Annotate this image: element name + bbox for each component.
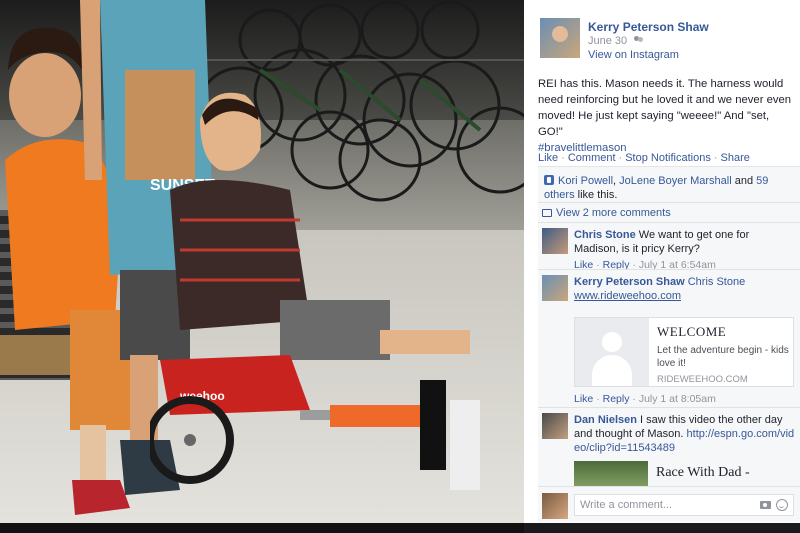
preview-title: Race With Dad - [656, 465, 750, 480]
commenter-avatar[interactable] [542, 413, 568, 439]
comment-body: Kerry Peterson Shaw Chris Stone www.ride… [574, 275, 796, 303]
comment-field[interactable] [574, 494, 794, 516]
thumbs-up-icon [544, 175, 554, 185]
action-separator: · [713, 152, 718, 164]
teen-in-trailer: weehoo [150, 92, 480, 490]
comment-body: Dan Nielsen I saw this video the other d… [574, 413, 796, 455]
commenter-avatar[interactable] [542, 228, 568, 254]
post-date[interactable]: June 30 [588, 35, 627, 47]
preview-title: WELCOME [657, 324, 727, 339]
post-photo[interactable]: SUNSET weehoo [0, 0, 524, 523]
like-link[interactable]: Like [538, 152, 558, 164]
comment-reply-link[interactable]: Reply [603, 393, 630, 405]
post-action-bar: Like · Comment · Stop Notifications · Share [538, 152, 750, 164]
view-more-label: View 2 more comments [556, 207, 671, 219]
preview-description: Let the adventure begin - kids love it! [657, 345, 789, 369]
facebook-post-panel: Kerry Peterson Shaw June 30 View on Inst… [524, 0, 800, 533]
person-silhouette-body [592, 355, 632, 386]
action-separator: · [561, 152, 565, 164]
view-more-comments[interactable]: View 2 more comments [542, 207, 671, 219]
divider [538, 407, 800, 408]
view-on-instagram-link[interactable]: View on Instagram [588, 49, 679, 61]
divider [538, 269, 800, 270]
post-body: REI has this. Mason needs it. The harnes… [538, 76, 796, 156]
viewer-avatar [542, 493, 568, 519]
author-avatar[interactable] [540, 18, 580, 58]
comment-composer [538, 486, 800, 522]
comment-link[interactable]: Comment [568, 152, 616, 164]
comment-like-link[interactable]: Like [574, 393, 593, 405]
post-text: REI has this. Mason needs it. The harnes… [538, 78, 792, 138]
comment-url[interactable]: www.rideweehoo.com [574, 290, 681, 302]
comment-meta: Like · Reply · July 1 at 8:05am [574, 393, 716, 405]
comment-input[interactable] [575, 495, 745, 515]
comment-time[interactable]: July 1 at 8:05am [639, 393, 716, 405]
liker-name[interactable]: Kori Powell [558, 175, 613, 187]
likes-suffix: like this. [577, 189, 618, 201]
commenter-name[interactable]: Chris Stone [574, 229, 636, 241]
likes-separator: , [613, 175, 617, 187]
stop-notifications-link[interactable]: Stop Notifications [625, 152, 711, 164]
preview-placeholder-image [575, 318, 649, 386]
meta-separator: · [632, 393, 636, 405]
emoji-icon[interactable] [776, 499, 788, 511]
feedback-section: Kori Powell, JoLene Boyer Marshall and 5… [538, 166, 800, 496]
liker-name[interactable]: JoLene Boyer Marshall [619, 175, 732, 187]
commenter-name[interactable]: Kerry Peterson Shaw [574, 276, 685, 288]
camera-icon[interactable] [760, 501, 771, 509]
divider [538, 202, 800, 203]
post-header: Kerry Peterson Shaw June 30 View on Inst… [540, 18, 790, 62]
audience-friends-icon[interactable] [634, 36, 644, 44]
likes-and: and [734, 175, 754, 187]
comment-bubble-icon [542, 209, 552, 217]
link-preview-card[interactable]: WELCOME Let the adventure begin - kids l… [574, 317, 794, 387]
mentioned-user[interactable]: Chris Stone [688, 276, 745, 288]
divider [538, 222, 800, 223]
commenter-avatar[interactable] [542, 275, 568, 301]
person-silhouette-icon [602, 332, 622, 352]
likes-summary: Kori Powell, JoLene Boyer Marshall and 5… [544, 174, 794, 202]
preview-domain: RIDEWEEHOO.COM [657, 374, 748, 385]
meta-separator: · [596, 393, 600, 405]
comment-item: Dan Nielsen I saw this video the other d… [542, 413, 796, 491]
comment-body: Chris Stone We want to get one for Madis… [574, 228, 796, 272]
bottom-edge [524, 523, 800, 533]
photo-caption-strip [0, 523, 524, 533]
action-separator: · [618, 152, 623, 164]
post-meta: June 30 [588, 35, 644, 47]
author-name[interactable]: Kerry Peterson Shaw [588, 20, 709, 34]
share-link[interactable]: Share [721, 152, 750, 164]
commenter-name[interactable]: Dan Nielsen [574, 414, 637, 426]
